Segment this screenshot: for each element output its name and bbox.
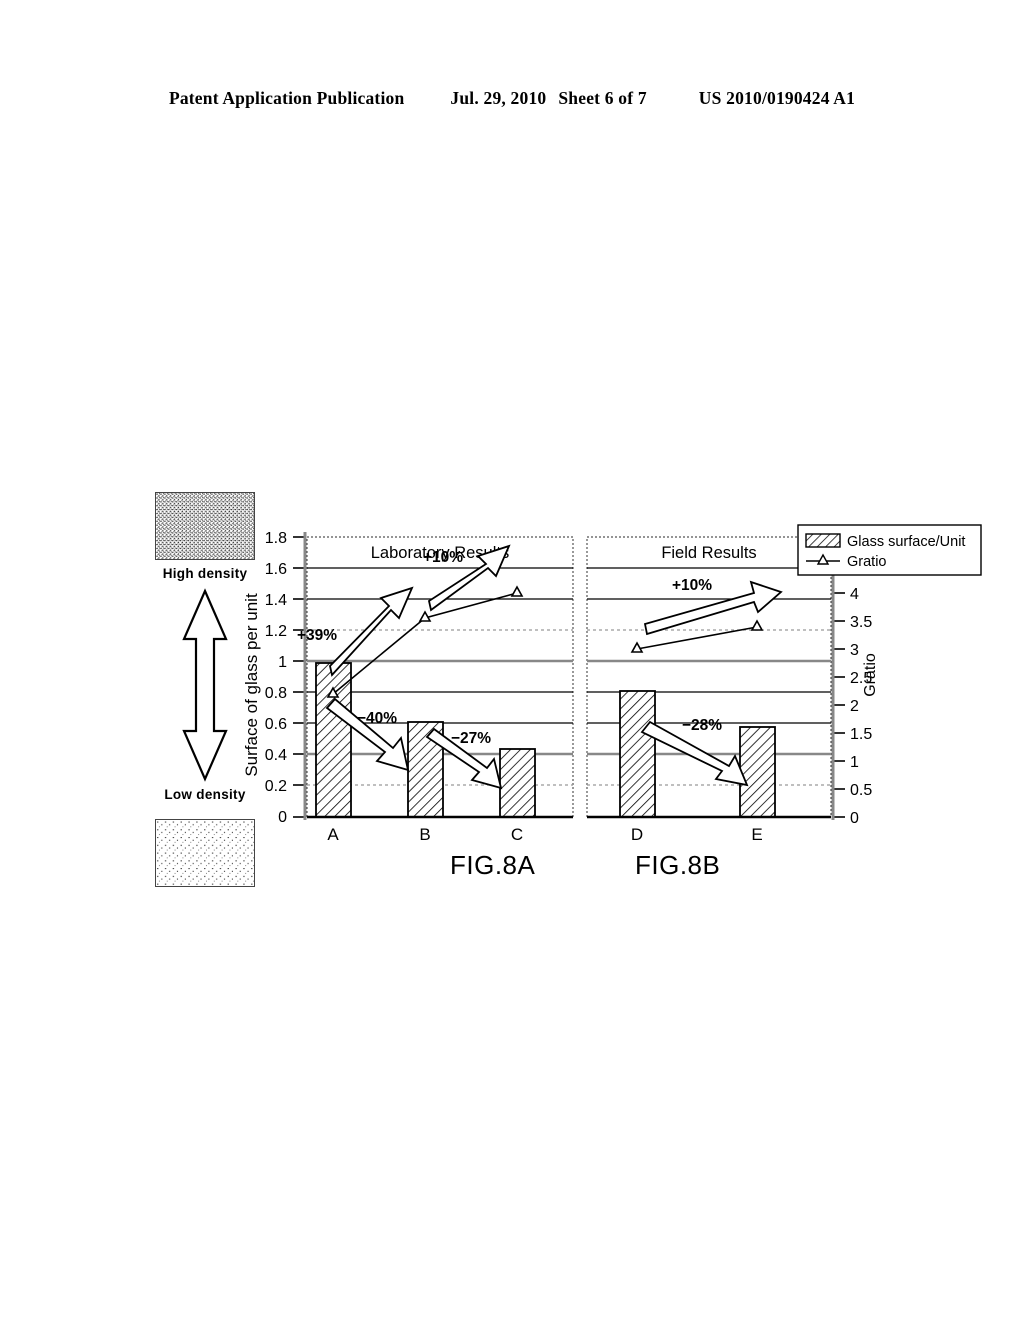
sheet-number: Sheet 6 of 7	[558, 88, 647, 108]
y-axis-right-tick-marks	[833, 536, 845, 818]
legend-border	[797, 524, 982, 576]
gratio-marker-D[interactable]	[630, 641, 644, 653]
legend-box: Glass surface/Unit Gratio	[797, 524, 982, 576]
y-right-tick-1.5: 1.5	[850, 726, 872, 743]
y-right-tick-1: 1	[850, 754, 859, 771]
category-label-E: E	[751, 825, 762, 844]
figure-caption-8a: FIG.8A	[450, 850, 536, 880]
double-headed-vertical-arrow	[182, 588, 228, 782]
annotation-label-minus40: −40%	[357, 710, 397, 727]
annotation-plus10-b: +10%	[643, 577, 783, 636]
panel-field-title: Field Results	[661, 544, 756, 562]
y-axis-left-ticks: 1.8 1.6 1.4 1.2 1 0.8 0.6 0.4 0.2 0	[265, 530, 287, 826]
y-axis-left-title: Surface of glass per unit	[242, 593, 261, 777]
y-axis-left-tick-marks	[293, 536, 305, 818]
y-left-tick-0.8: 0.8	[265, 685, 287, 702]
publication-date: Jul. 29, 2010	[450, 88, 547, 108]
panel-field: Field Results +10% −28% D E	[586, 536, 832, 844]
figure-8: High density Low density Surface of glas…	[140, 480, 982, 900]
bar-D[interactable]	[619, 690, 656, 818]
figure-caption-8b: FIG.8B	[635, 850, 721, 880]
y-right-tick-2: 2	[850, 698, 859, 715]
y-left-tick-0.6: 0.6	[265, 716, 287, 733]
y-left-tick-0.4: 0.4	[265, 747, 287, 764]
y-left-tick-1.6: 1.6	[265, 561, 287, 578]
gratio-marker-E[interactable]	[750, 619, 764, 631]
y-right-tick-3.5: 3.5	[850, 614, 872, 631]
y-left-tick-1.8: 1.8	[265, 530, 287, 547]
annotation-label-minus27: −27%	[451, 730, 491, 747]
gratio-marker-C[interactable]	[510, 585, 524, 597]
category-label-D: D	[631, 825, 643, 844]
y-right-tick-3: 3	[850, 642, 859, 659]
y-left-tick-0.2: 0.2	[265, 778, 287, 795]
category-label-B: B	[419, 825, 430, 844]
annotation-label-minus28: −28%	[682, 717, 722, 734]
patent-header: Patent Application Publication Jul. 29, …	[0, 88, 1024, 109]
y-right-tick-2.5: 2.5	[850, 670, 872, 687]
annotation-label-plus39: +39%	[297, 627, 337, 644]
annotation-label-plus10-a: +10%	[423, 549, 463, 566]
legend-label-gratio: Gratio	[847, 554, 887, 570]
y-left-tick-1: 1	[278, 654, 287, 671]
y-left-tick-0: 0	[278, 809, 287, 826]
y-right-tick-0: 0	[850, 810, 859, 827]
annotation-label-plus10-b: +10%	[672, 577, 712, 594]
bar-A[interactable]	[315, 662, 352, 818]
y-right-tick-0.5: 0.5	[850, 782, 872, 799]
bar-E[interactable]	[739, 726, 776, 818]
category-label-A: A	[327, 825, 339, 844]
bar-C[interactable]	[499, 748, 536, 818]
publication-title: Patent Application Publication	[168, 88, 405, 108]
annotation-minus28: −28%	[640, 717, 749, 787]
y-left-tick-1.2: 1.2	[265, 623, 287, 640]
category-label-C: C	[511, 825, 523, 844]
panel-laboratory: Laboratory Results +39% +10% −40% −27% A…	[297, 536, 574, 844]
y-right-tick-4: 4	[850, 586, 859, 603]
y-left-tick-1.4: 1.4	[265, 592, 287, 609]
legend-label-glass-surface: Glass surface/Unit	[847, 534, 965, 550]
chart-8a-8b: Surface of glass per unit Gratio 1.8 1.6…	[235, 480, 982, 900]
patent-number: US 2010/0190424 A1	[698, 88, 856, 108]
legend-swatch-glass-surface	[805, 533, 841, 548]
